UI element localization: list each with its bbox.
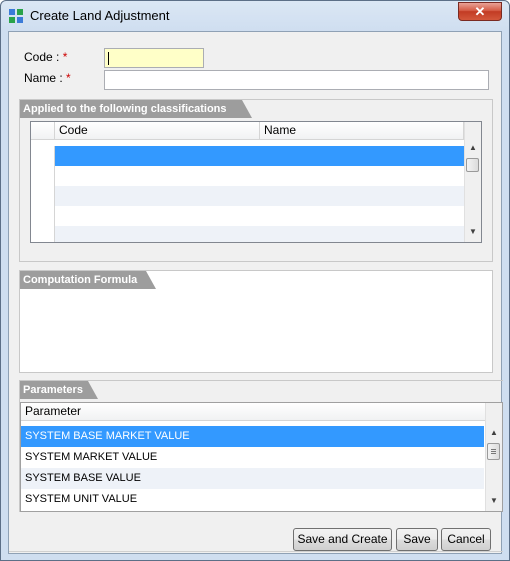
cancel-button[interactable]: Cancel: [441, 528, 491, 551]
parameters-scrollbar[interactable]: ▲ ▼: [485, 403, 502, 511]
table-row[interactable]: [31, 146, 464, 166]
create-land-adjustment-window: Create Land Adjustment ✕ Code : * Name :…: [0, 0, 510, 561]
table-row[interactable]: [31, 186, 464, 206]
code-field[interactable]: [104, 48, 204, 68]
list-item[interactable]: SYSTEM UNIT VALUE: [21, 489, 484, 510]
close-button[interactable]: ✕: [458, 2, 502, 21]
parameters-list[interactable]: Parameter SYSTEM BASE MARKET VALUE SYSTE…: [20, 402, 503, 512]
scroll-down-icon[interactable]: ▼: [465, 224, 481, 240]
title-bar[interactable]: Create Land Adjustment ✕: [1, 1, 509, 31]
computation-formula-panel-title: Computation Formula: [20, 271, 156, 289]
classifications-panel: Applied to the following classifications…: [19, 99, 493, 262]
scroll-up-icon[interactable]: ▲: [465, 140, 481, 156]
row-header: [31, 206, 55, 226]
row-header-corner: [31, 122, 55, 140]
scroll-thumb[interactable]: [487, 443, 500, 460]
button-bar-divider: [9, 551, 503, 552]
required-marker: *: [66, 71, 71, 85]
column-header-parameter[interactable]: Parameter: [21, 403, 486, 421]
table-row[interactable]: [31, 166, 464, 186]
save-button[interactable]: Save: [396, 528, 438, 551]
column-header-name[interactable]: Name: [260, 122, 464, 140]
name-field[interactable]: [104, 70, 489, 90]
list-item[interactable]: SYSTEM BASE VALUE: [21, 468, 484, 489]
classifications-panel-title: Applied to the following classifications: [20, 100, 252, 118]
app-icon: [9, 9, 23, 23]
code-label: Code : *: [24, 50, 68, 64]
required-marker: *: [62, 50, 68, 64]
column-header-code[interactable]: Code: [55, 122, 260, 140]
parameters-panel: Parameters Parameter SYSTEM BASE MARKET …: [19, 380, 503, 512]
scroll-up-icon[interactable]: ▲: [486, 425, 502, 441]
row-header: [31, 226, 55, 242]
formula-editor[interactable]: [20, 289, 492, 372]
close-icon: ✕: [474, 3, 486, 19]
row-header: [31, 146, 55, 166]
row-header: [31, 166, 55, 186]
table-row[interactable]: [31, 206, 464, 226]
save-and-create-button[interactable]: Save and Create: [293, 528, 392, 551]
list-item[interactable]: SYSTEM BASE MARKET VALUE: [21, 426, 484, 447]
parameters-panel-title: Parameters: [20, 381, 98, 399]
table-row[interactable]: [31, 226, 464, 242]
window-title: Create Land Adjustment: [30, 8, 170, 23]
text-cursor: [108, 52, 109, 65]
classifications-scrollbar[interactable]: ▲ ▼: [464, 122, 481, 242]
list-item[interactable]: SYSTEM MARKET VALUE: [21, 447, 484, 468]
name-label: Name : *: [24, 71, 71, 85]
computation-formula-panel: Computation Formula: [19, 270, 493, 373]
selected-row-cells: [55, 146, 464, 166]
scroll-thumb[interactable]: [466, 158, 479, 172]
classifications-table[interactable]: Code Name ▲ ▼: [30, 121, 482, 243]
row-header: [31, 186, 55, 206]
dialog-body: Code : * Name : * Applied to the followi…: [8, 31, 503, 554]
scroll-down-icon[interactable]: ▼: [486, 493, 502, 509]
